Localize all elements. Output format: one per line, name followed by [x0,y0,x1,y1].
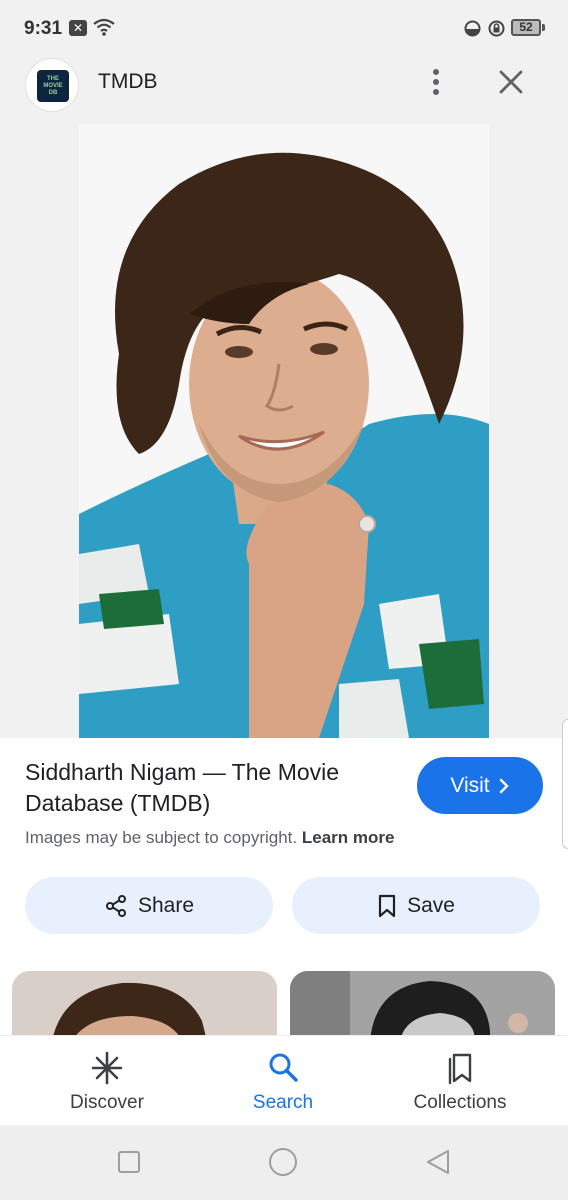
x-notification-icon: ✕ [69,20,87,36]
related-image-thumbnail[interactable] [290,971,555,1041]
result-image[interactable] [79,124,489,738]
back-icon[interactable] [424,1148,452,1176]
nav-label: Discover [70,1092,144,1113]
logo-text-line: THE [47,76,59,82]
app-title: TMDB [98,70,158,93]
nav-discover[interactable]: Discover [27,1036,187,1126]
related-image-thumbnail[interactable] [12,971,277,1041]
thumbnail-illustration [290,971,555,1041]
more-vert-icon[interactable] [424,66,448,98]
home-icon[interactable] [268,1147,298,1177]
visit-label: Visit [450,773,490,797]
bottom-navigation: Discover Search Collections [0,1035,568,1125]
battery-level: 52 [519,20,533,34]
nav-label: Search [252,1092,314,1113]
logo-text-line: DB [48,90,58,96]
save-label: Save [407,893,455,917]
copyright-notice: Images may be subject to copyright. Lear… [25,828,394,848]
result-title[interactable]: Siddharth Nigam — The Movie Database (TM… [25,757,400,819]
chevron-right-icon [499,778,509,793]
bookmark-icon [378,894,396,917]
nav-label: Collections [413,1092,507,1113]
learn-more-link[interactable]: Learn more [302,828,395,847]
search-icon [269,1053,298,1082]
asterisk-icon [91,1051,123,1085]
system-navigation-bar [0,1125,568,1200]
tmdb-logo[interactable]: THE MOVIE DB [25,58,79,112]
visit-button[interactable]: Visit [417,757,543,814]
recents-icon[interactable] [117,1150,141,1174]
copyright-text: Images may be subject to copyright. [25,828,298,847]
close-icon[interactable] [497,68,525,96]
nav-collections[interactable]: Collections [380,1036,540,1126]
data-saver-icon [464,20,481,37]
status-bar: 9:31 ✕ 52 [0,0,568,56]
collections-icon [448,1053,472,1085]
thumbnail-illustration [12,971,277,1041]
app-bar: THE MOVIE DB TMDB [0,56,568,124]
battery-tip [542,24,545,31]
logo-text-line: MOVIE [43,83,63,89]
battery-icon: 52 [511,19,541,36]
status-time: 9:31 [24,18,63,39]
image-preview-area [0,124,568,849]
wifi-icon [93,18,115,36]
share-label: Share [137,893,195,917]
rotation-lock-icon [488,20,505,37]
tmdb-logo-mark: THE MOVIE DB [37,70,69,102]
share-button[interactable]: Share [25,877,273,934]
share-icon [105,894,126,917]
portrait-illustration [79,124,489,738]
nav-search[interactable]: Search [203,1036,363,1126]
scroll-handle[interactable] [562,719,568,849]
save-button[interactable]: Save [292,877,540,934]
